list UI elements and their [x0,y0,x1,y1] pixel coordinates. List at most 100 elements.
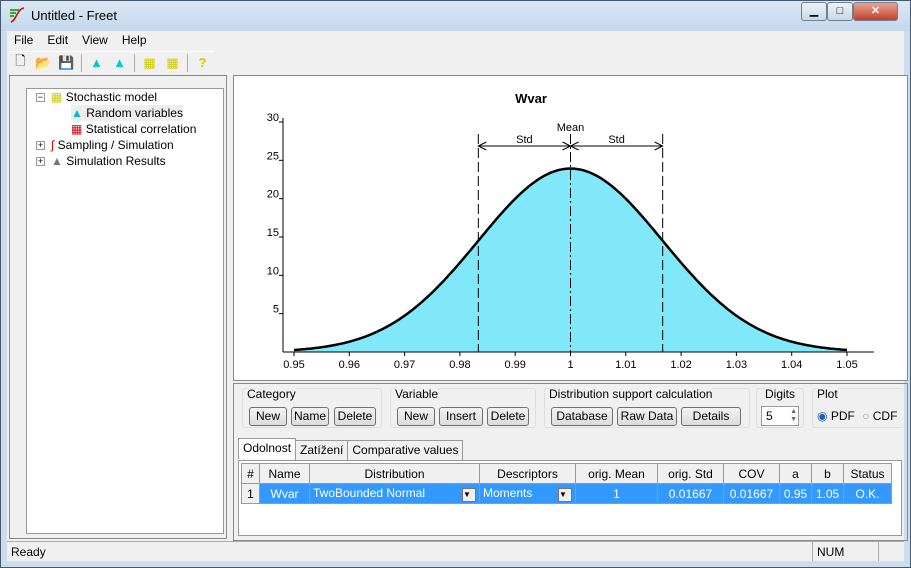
client-area: File Edit View Help 🗋 📂 💾 ▲ ▲ ▦ ▦ ? − ▦ … [7,31,908,561]
save-icon[interactable]: 💾 [55,52,78,73]
menu-edit[interactable]: Edit [40,31,75,50]
tree-item-random-variables[interactable]: ▲ Random variables [71,105,183,121]
grid-header: # Name Distribution Descriptors orig. Me… [241,463,892,484]
spin-arrows-icon[interactable]: ▲ ▼ [790,408,797,424]
open-folder-icon[interactable]: 📂 [32,52,55,73]
x-tick-label: 1.05 [836,359,857,371]
category-delete-button[interactable]: Delete [334,407,376,426]
cdf-radio[interactable]: ○ CDF [862,409,897,423]
col-orig-mean[interactable]: orig. Mean [575,463,658,484]
tab-zatizeni[interactable]: Zatížení [295,440,349,461]
variable-insert-button[interactable]: Insert [439,407,483,426]
window-title: Untitled - Freet [31,8,117,23]
category-new-button[interactable]: New [249,407,287,426]
x-tick-label: 1.04 [781,359,802,371]
grid-icon: ▦ [51,90,63,104]
random-variable-import-icon[interactable]: ▲ [85,52,108,73]
correlation-import-icon[interactable]: ▦ [138,52,161,73]
cell-cov[interactable]: 0.01667 [723,483,780,504]
x-tick-label: 1.03 [726,359,747,371]
cell-status[interactable]: O.K. [843,483,892,504]
digits-spinner[interactable]: 5 ▲ ▼ [761,406,799,426]
table-row[interactable]: 1 Wvar TwoBounded Normal ▼ Moments ▼ 1 0.0… [241,483,892,504]
variables-panel: Category New Name Delete Variable New In… [233,383,908,541]
support-group: Distribution support calculation Databas… [544,387,750,428]
category-group: Category New Name Delete [242,387,382,428]
menu-view[interactable]: View [75,31,115,50]
x-tick-label: 0.95 [283,359,304,371]
mean-label: Mean [557,122,585,134]
cell-orig-mean[interactable]: 1 [575,483,658,504]
menu-bar: File Edit View Help [7,31,154,50]
model-pane: − ▦ Stochastic model ▲ Random variables … [9,75,227,539]
database-button[interactable]: Database [551,407,613,426]
title-bar: Untitled - Freet ▁ □ ✕ [1,1,910,31]
col-name[interactable]: Name [259,463,310,484]
col-a[interactable]: a [779,463,812,484]
variable-delete-button[interactable]: Delete [487,407,529,426]
tree-item-statistical-correlation[interactable]: ▦ Statistical correlation [71,121,196,137]
col-orig-std[interactable]: orig. Std [657,463,724,484]
tab-comparative-values[interactable]: Comparative values [347,440,464,461]
maximize-button[interactable]: □ [827,2,853,21]
variable-group: Variable New Insert Delete [390,387,536,428]
expand-icon[interactable]: + [36,157,45,166]
col-descriptors[interactable]: Descriptors [479,463,576,484]
raw-data-button[interactable]: Raw Data [617,407,677,426]
plot-label: Plot [817,387,838,401]
tree-item-stochastic-model[interactable]: ▦ Stochastic model [51,89,157,105]
cell-name[interactable]: Wvar [259,483,310,504]
distribution-icon: ▲ [71,106,83,120]
correlation-export-icon[interactable]: ▦ [161,52,184,73]
x-tick-label: 1.01 [615,359,636,371]
plot-options: ◉ PDF ○ CDF [817,409,897,423]
new-file-icon[interactable]: 🗋 [9,52,32,73]
y-tick-label: 30 [267,112,279,124]
digits-group: Digits 5 ▲ ▼ [756,387,804,428]
y-tick-label: 25 [267,150,279,162]
col-status[interactable]: Status [843,463,892,484]
col-cov[interactable]: COV [723,463,780,484]
variable-new-button[interactable]: New [397,407,435,426]
cell-a[interactable]: 0.95 [779,483,812,504]
tree-item-sampling[interactable]: ∫ Sampling / Simulation [51,137,174,153]
details-button[interactable]: Details [681,407,741,426]
descriptors-value: Moments [483,485,533,500]
x-tick-label: 0.96 [339,359,360,371]
category-name-button[interactable]: Name [291,407,329,426]
app-window: Untitled - Freet ▁ □ ✕ File Edit View He… [0,0,911,568]
close-button[interactable]: ✕ [853,2,898,21]
dropdown-arrow-icon[interactable]: ▼ [558,487,572,502]
category-label: Category [247,387,296,401]
col-number[interactable]: # [241,463,260,484]
minimize-button[interactable]: ▁ [801,2,827,21]
tree-item-simulation-results[interactable]: ▲ Simulation Results [51,153,166,169]
tab-odolnost[interactable]: Odolnost [238,438,297,459]
random-variable-export-icon[interactable]: ▲ [108,52,131,73]
support-label: Distribution support calculation [549,387,713,401]
help-icon[interactable]: ? [191,52,214,73]
chart-svg: 0.95 0.96 0.97 0.98 0.99 1 1.01 1.02 1.03 1.04 1.0… [267,91,874,371]
plot-group: Plot ◉ PDF ○ CDF [812,387,904,428]
num-lock-indicator: NUM [813,542,879,561]
cell-b[interactable]: 1.05 [811,483,844,504]
distribution-value: TwoBounded Normal [313,485,426,500]
model-tree: − ▦ Stochastic model ▲ Random variables … [26,88,224,534]
expand-icon[interactable]: + [36,141,45,150]
cell-distribution[interactable]: TwoBounded Normal ▼ [309,483,480,504]
cell-descriptors[interactable]: Moments ▼ [479,483,576,504]
pdf-radio[interactable]: ◉ PDF [817,409,855,423]
correlation-matrix-icon: ▦ [71,122,83,136]
col-b[interactable]: b [811,463,844,484]
dropdown-arrow-icon[interactable]: ▼ [462,487,476,502]
status-text: Ready [7,542,813,561]
y-tick-label: 10 [267,265,279,277]
collapse-icon[interactable]: − [36,93,45,102]
y-tick-label: 20 [267,189,279,201]
cell-orig-std[interactable]: 0.01667 [657,483,724,504]
row-number: 1 [241,483,260,504]
results-icon: ▲ [51,154,63,168]
menu-file[interactable]: File [7,31,40,50]
menu-help[interactable]: Help [115,31,154,50]
col-distribution[interactable]: Distribution [309,463,480,484]
